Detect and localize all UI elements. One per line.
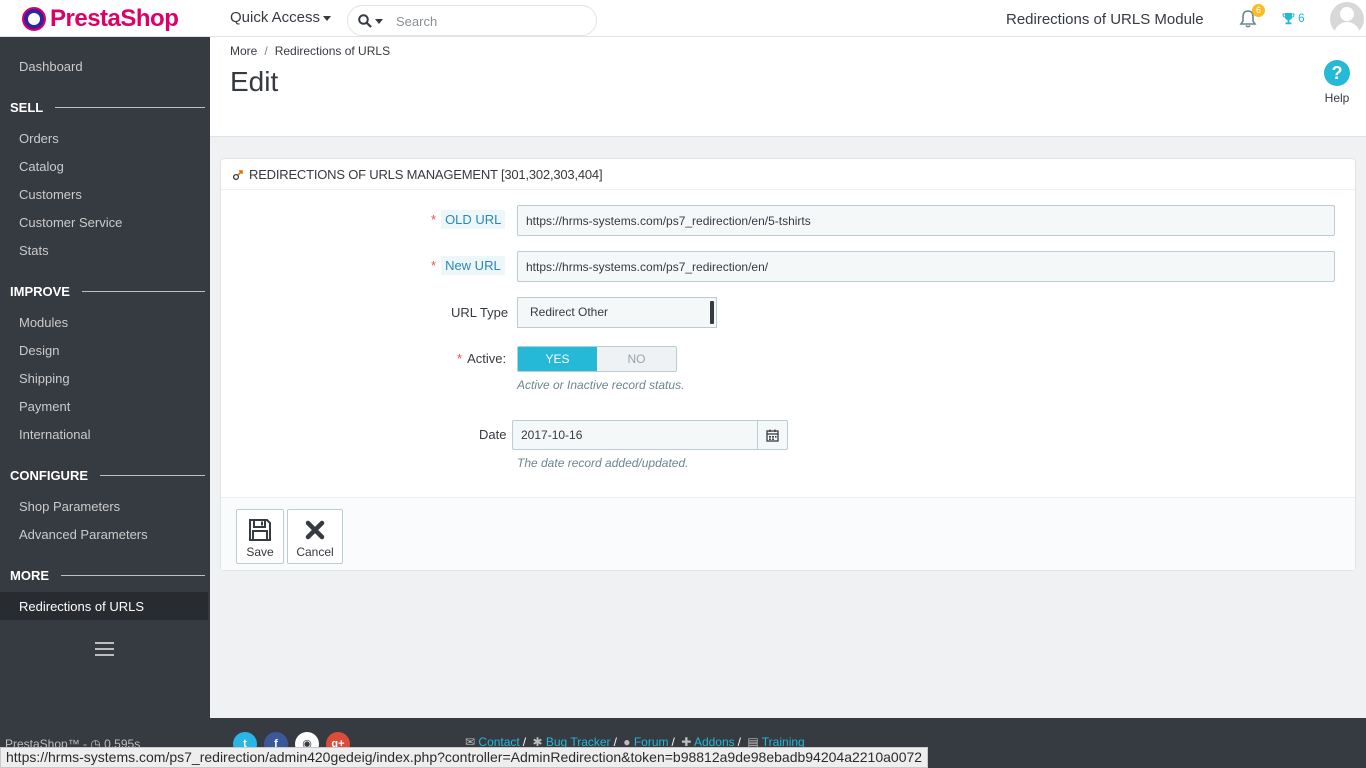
sidebar-item-redirections[interactable]: Redirections of URLS <box>19 599 144 614</box>
quick-access-label: Quick Access <box>230 9 321 26</box>
menu-collapse-icon[interactable] <box>95 642 114 656</box>
search-icon[interactable] <box>358 14 372 28</box>
sidebar-item-catalog[interactable]: Catalog <box>19 159 64 174</box>
select-arrow-icon <box>710 301 714 324</box>
sidebar-item-advanced-parameters[interactable]: Advanced Parameters <box>19 527 148 542</box>
cancel-label: Cancel <box>296 545 334 559</box>
date-help-text: The date record added/updated. <box>517 456 689 470</box>
sidebar-item-modules[interactable]: Modules <box>19 315 68 330</box>
floppy-disk-icon <box>247 517 273 543</box>
breadcrumb-item-current[interactable]: Redirections of URLS <box>275 44 390 58</box>
date-input[interactable] <box>513 421 757 449</box>
sidebar-item-customer-service[interactable]: Customer Service <box>19 215 122 230</box>
sidebar-item-customers[interactable]: Customers <box>19 187 82 202</box>
sidebar-section-title: CONFIGURE <box>10 468 88 483</box>
shop-title[interactable]: Redirections of URLS Module <box>1006 11 1204 28</box>
required-marker: * <box>431 258 437 273</box>
search-type-caret-icon[interactable] <box>375 19 383 24</box>
divider <box>61 575 205 576</box>
chevron-down-icon <box>323 15 332 21</box>
sidebar-item-stats[interactable]: Stats <box>19 243 49 258</box>
avatar[interactable] <box>1330 2 1364 36</box>
active-help-text: Active or Inactive record status. <box>517 378 685 392</box>
save-label: Save <box>246 545 274 559</box>
active-label-text: Active: <box>467 351 507 366</box>
active-label: * Active: <box>457 351 506 366</box>
old-url-label-text[interactable]: OLD URL <box>441 210 506 229</box>
active-toggle[interactable]: YES NO <box>517 346 677 372</box>
sidebar-item-shipping[interactable]: Shipping <box>19 371 70 386</box>
redirection-form-panel: REDIRECTIONS OF URLS MANAGEMENT [301,302… <box>220 158 1356 571</box>
sidebar-item-orders[interactable]: Orders <box>19 131 59 146</box>
sidebar-item-shop-parameters[interactable]: Shop Parameters <box>19 499 120 514</box>
sidebar-section-improve: IMPROVE <box>10 284 205 299</box>
trophy-count: 6 <box>1298 11 1305 25</box>
sidebar-section-title: IMPROVE <box>10 284 70 299</box>
top-header: PrestaShop Quick Access Redirections of … <box>0 0 1366 37</box>
url-type-selected: Redirect Other <box>530 305 609 319</box>
save-button[interactable]: Save <box>236 509 284 564</box>
page-header: More / Redirections of URLS Edit ? Help <box>210 37 1366 137</box>
url-type-label: URL Type <box>451 305 509 320</box>
calendar-icon <box>766 429 779 442</box>
url-type-select[interactable]: Redirect Other <box>517 297 717 328</box>
notification-badge: 6 <box>1252 4 1265 17</box>
trophy-icon <box>1282 12 1295 24</box>
required-marker: * <box>457 351 463 366</box>
calendar-button[interactable] <box>757 421 787 449</box>
sidebar-section-sell: SELL <box>10 100 205 115</box>
search-input[interactable] <box>396 11 586 31</box>
quick-access-dropdown[interactable]: Quick Access <box>230 9 332 26</box>
sidebar-section-more: MORE <box>10 568 205 583</box>
prestashop-logo[interactable]: PrestaShop <box>22 5 179 33</box>
new-url-label: * New URL <box>431 256 505 275</box>
date-field <box>512 420 788 450</box>
header-search <box>347 5 597 36</box>
sidebar-section-configure: CONFIGURE <box>10 468 205 483</box>
logo-text: PrestaShop <box>50 5 179 32</box>
active-no-option[interactable]: NO <box>597 347 676 371</box>
active-yes-option[interactable]: YES <box>518 347 597 371</box>
question-icon: ? <box>1324 60 1350 86</box>
old-url-label: * OLD URL <box>431 210 506 229</box>
new-url-label-text[interactable]: New URL <box>441 256 505 275</box>
trophy-button[interactable]: 6 <box>1282 11 1305 25</box>
panel-footer: Save Cancel <box>221 497 1355 570</box>
divider <box>55 107 205 108</box>
panel-title: REDIRECTIONS OF URLS MANAGEMENT [301,302… <box>249 166 603 182</box>
date-label: Date <box>479 427 507 442</box>
sidebar-section-title: MORE <box>10 568 49 583</box>
sidebar-item-payment[interactable]: Payment <box>19 399 70 414</box>
close-icon <box>302 517 328 543</box>
panel-heading: REDIRECTIONS OF URLS MANAGEMENT [301,302… <box>221 159 1355 190</box>
divider <box>100 475 205 476</box>
breadcrumb-item-more[interactable]: More <box>230 44 257 58</box>
sidebar-item-design[interactable]: Design <box>19 343 59 358</box>
browser-status-bar: https://hrms-systems.com/ps7_redirection… <box>0 747 929 768</box>
help-label: Help <box>1324 91 1350 105</box>
redirect-icon <box>233 169 243 180</box>
prestashop-logo-icon <box>22 7 46 31</box>
page-title: Edit <box>230 66 279 97</box>
required-marker: * <box>431 212 437 227</box>
sidebar: Dashboard SELL Orders Catalog Customers … <box>0 37 210 718</box>
cancel-button[interactable]: Cancel <box>287 509 343 564</box>
sidebar-item-dashboard[interactable]: Dashboard <box>19 59 83 74</box>
help-button[interactable]: ? Help <box>1324 60 1350 105</box>
breadcrumb-separator: / <box>264 44 268 58</box>
breadcrumb: More / Redirections of URLS <box>230 44 390 58</box>
old-url-input[interactable] <box>517 205 1335 236</box>
sidebar-section-title: SELL <box>10 100 44 115</box>
sidebar-item-international[interactable]: International <box>19 427 91 442</box>
divider <box>81 291 205 292</box>
new-url-input[interactable] <box>517 251 1335 282</box>
